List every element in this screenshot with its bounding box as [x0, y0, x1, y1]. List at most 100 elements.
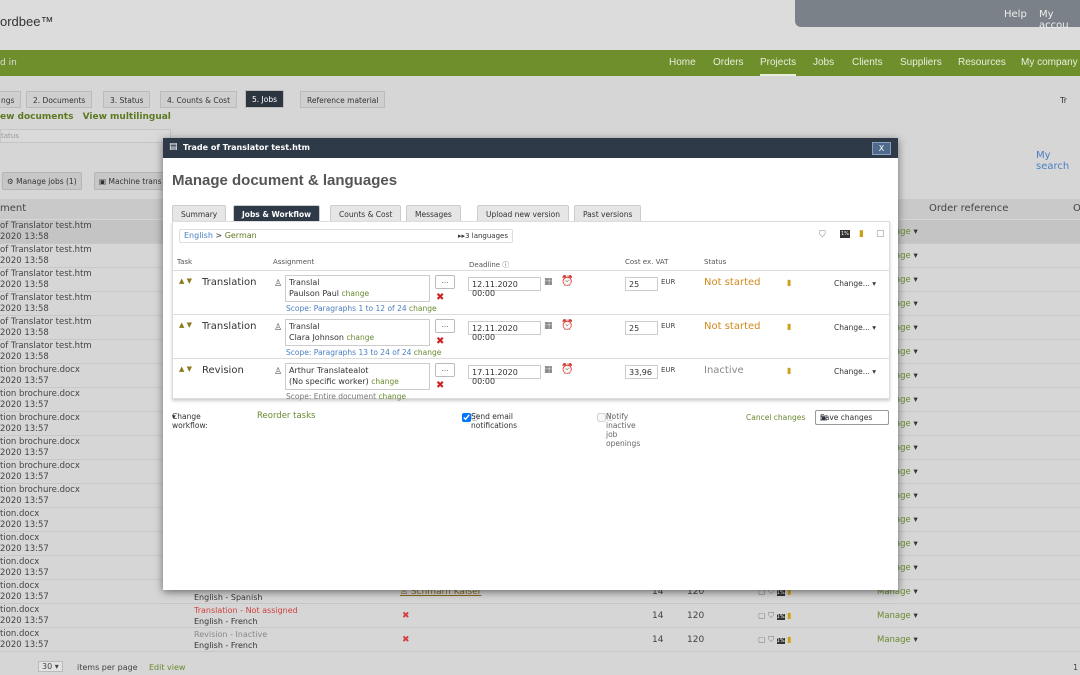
document-name[interactable]: tion brochure.docx 2020 13:57 [0, 461, 80, 483]
deadline-input[interactable]: 12.11.2020 00:00 [468, 321, 541, 342]
calendar-icon[interactable]: ▦ [544, 365, 553, 375]
edit-view-link[interactable]: Edit view [149, 663, 185, 672]
nav-clients[interactable]: Clients [852, 57, 883, 68]
manage-dropdown[interactable]: Manage ▾ [877, 611, 918, 621]
send-email-checkbox[interactable] [462, 412, 471, 422]
source-language[interactable]: English [184, 231, 213, 240]
count-icon[interactable]: 1% [776, 614, 785, 620]
view-multilingual-link[interactable]: View multilingual [83, 112, 171, 122]
document-name[interactable]: tion.docx 2020 13:57 [0, 533, 49, 555]
tab-messages[interactable]: Messages [406, 205, 461, 221]
document-name[interactable]: tion.docx 2020 13:57 [0, 581, 49, 603]
remove-icon[interactable]: ✖ [436, 336, 444, 347]
tab-reference-material[interactable]: Reference material [300, 91, 386, 108]
status-filter[interactable]: tatus [0, 129, 171, 143]
document-name[interactable]: of Translator test.htm 2020 13:58 [0, 245, 92, 267]
document-name[interactable]: of Translator test.htm 2020 13:58 [0, 317, 92, 339]
calendar-icon[interactable]: ▦ [544, 321, 553, 331]
tab-counts-cost[interactable]: 4. Counts & Cost [160, 91, 238, 108]
bar-chart-icon[interactable]: ▮ [787, 322, 791, 331]
deadline-input[interactable]: 17.11.2020 00:00 [468, 365, 541, 386]
document-name[interactable]: of Translator test.htm 2020 13:58 [0, 269, 92, 291]
more-button[interactable]: ... [435, 275, 455, 289]
tab-status[interactable]: 3. Status [103, 91, 151, 108]
change-scope-link[interactable]: change [409, 304, 437, 313]
count-icon[interactable]: 1% [776, 590, 785, 596]
remove-icon[interactable]: ✖ [436, 380, 444, 391]
change-workflow-dropdown[interactable]: Change workflow: ▾ [172, 412, 208, 430]
document-name[interactable]: tion.docx 2020 13:57 [0, 629, 49, 651]
move-arrows-icon[interactable]: ▲ ▼ [179, 321, 192, 329]
tm-icon[interactable]: ⛉ [819, 230, 826, 240]
document-name[interactable]: of Translator test.htm 2020 13:58 [0, 221, 92, 243]
table-row[interactable]: tion.docx 2020 13:57 Manage ▾ Revision - I… [0, 628, 1080, 652]
languages-count[interactable]: ▸▸3 languages [458, 232, 508, 240]
move-arrows-icon[interactable]: ▲ ▼ [179, 365, 192, 373]
document-name[interactable]: tion brochure.docx 2020 13:57 [0, 365, 80, 387]
alarm-clock-icon[interactable]: ⏰ [561, 320, 573, 331]
change-dropdown[interactable]: Change... ▾ [832, 321, 885, 335]
nav-jobs[interactable]: Jobs [813, 57, 834, 68]
bar-chart-icon[interactable]: ▮ [787, 611, 791, 620]
change-assignee-link[interactable]: change [342, 289, 370, 298]
close-button[interactable]: X [872, 142, 891, 155]
move-arrows-icon[interactable]: ▲ ▼ [179, 277, 192, 285]
reorder-tasks-link[interactable]: Reorder tasks [257, 411, 315, 421]
calendar-icon[interactable]: ▦ [544, 277, 553, 287]
nav-suppliers[interactable]: Suppliers [900, 57, 942, 68]
bar-chart-icon[interactable]: ▮ [787, 278, 791, 287]
tab-upload-new-version[interactable]: Upload new version [477, 205, 570, 221]
change-dropdown[interactable]: Change... ▾ [832, 277, 885, 291]
col-order-reference[interactable]: Order reference [929, 203, 1008, 214]
tab-documents[interactable]: 2. Documents [26, 91, 93, 108]
alarm-clock-icon[interactable]: ⏰ [561, 364, 573, 375]
document-name[interactable]: tion brochure.docx 2020 13:57 [0, 485, 80, 507]
cost-input[interactable]: 33,96 [625, 365, 658, 379]
alarm-clock-icon[interactable]: ⏰ [561, 276, 573, 287]
comment-icon[interactable]: ▢ [876, 229, 885, 239]
logo[interactable]: ordbee™ [0, 14, 53, 29]
document-name[interactable]: tion.docx 2020 13:57 [0, 557, 49, 579]
tab-settings[interactable]: ngs [0, 91, 22, 108]
deadline-input[interactable]: 12.11.2020 00:00 [468, 277, 541, 298]
tab-jobs[interactable]: 5. Jobs [245, 90, 285, 108]
language-selector[interactable]: English > German ▸▸3 languages [179, 229, 513, 243]
nav-projects[interactable]: Projects [760, 57, 797, 76]
tab-summary[interactable]: Summary [172, 205, 227, 221]
table-row[interactable]: tion.docx 2020 13:57 Manage ▾ Translation … [0, 604, 1080, 628]
row-tools-icons[interactable]: ▢ ⛉ 1% ▮ [758, 611, 792, 621]
help-link[interactable]: Help [1004, 9, 1027, 20]
cost-input[interactable]: 25 [625, 321, 658, 335]
count-icon[interactable]: 1% [776, 638, 785, 644]
per-page-select[interactable]: 30 ▾ [38, 661, 63, 672]
nav-my-company[interactable]: My company [1021, 57, 1078, 68]
nav-home[interactable]: Home [669, 57, 696, 68]
change-assignee-link[interactable]: change [347, 333, 375, 342]
col-document[interactable]: ment [0, 203, 26, 214]
my-account-link[interactable]: My accou [1039, 9, 1080, 31]
change-dropdown[interactable]: Change... ▾ [832, 365, 885, 379]
help-icon[interactable]: ⓘ [471, 412, 479, 423]
count-icon[interactable]: 1% [840, 230, 850, 238]
change-assignee-link[interactable]: change [371, 377, 399, 386]
bar-chart-icon[interactable]: ▮ [859, 229, 864, 239]
more-button[interactable]: ... [435, 319, 455, 333]
help-icon[interactable]: ⓘ [606, 412, 614, 423]
document-name[interactable]: tion.docx 2020 13:57 [0, 605, 49, 627]
cost-input[interactable]: 25 [625, 277, 658, 291]
tab-counts-cost[interactable]: Counts & Cost [330, 205, 402, 221]
document-name[interactable]: of Translator test.htm 2020 13:58 [0, 293, 92, 315]
remove-icon[interactable]: ✖ [436, 292, 444, 303]
change-scope-link[interactable]: change [414, 348, 442, 357]
nav-orders[interactable]: Orders [713, 57, 744, 68]
machine-translation-button[interactable]: ▣ Machine trans [94, 172, 174, 190]
save-changes-button[interactable]: ▣ Save changes [815, 410, 889, 425]
row-tools-icons[interactable]: ▢ ⛉ 1% ▮ [758, 635, 792, 645]
bar-chart-icon[interactable]: ▮ [787, 635, 791, 644]
document-name[interactable]: tion.docx 2020 13:57 [0, 509, 49, 531]
document-name[interactable]: tion brochure.docx 2020 13:57 [0, 389, 80, 411]
my-search-link[interactable]: My search [1036, 150, 1080, 172]
manage-dropdown[interactable]: Manage ▾ [877, 635, 918, 645]
change-scope-link[interactable]: change [378, 392, 406, 401]
tab-jobs-workflow[interactable]: Jobs & Workflow [233, 205, 321, 221]
